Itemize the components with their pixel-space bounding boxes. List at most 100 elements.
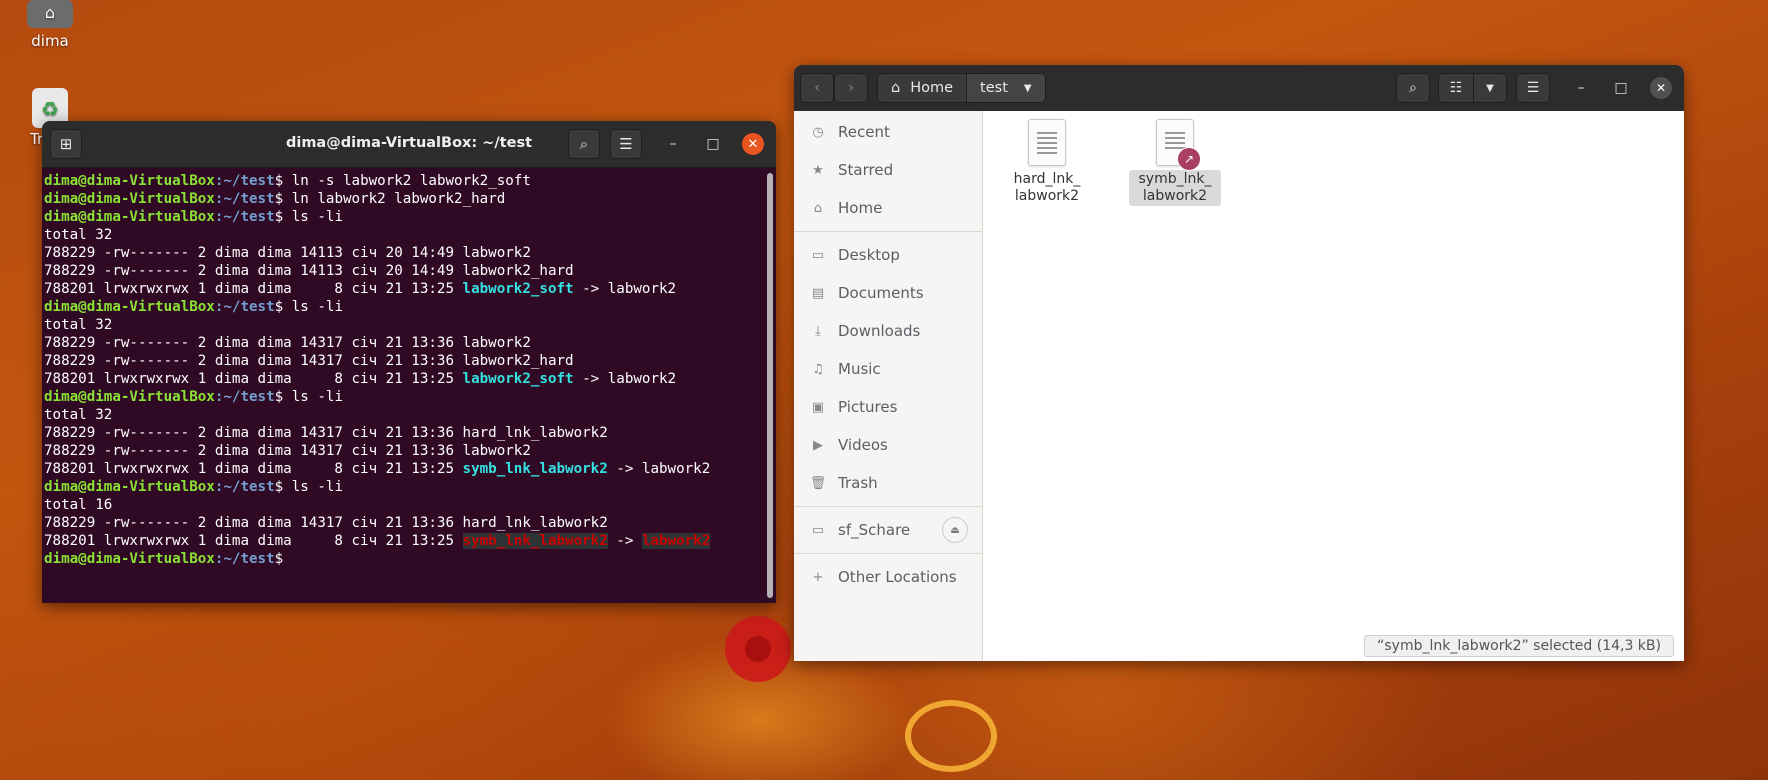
- desktop-home-folder[interactable]: ⌂ dima: [24, 0, 76, 50]
- drive-icon: ▭: [811, 522, 825, 538]
- search-button[interactable]: ⌕: [568, 129, 600, 159]
- close-button[interactable]: ✕: [1650, 77, 1672, 99]
- prompt-user: dima@dima-VirtualBox: [44, 389, 215, 405]
- view-options-button[interactable]: ▼: [1473, 73, 1507, 103]
- menu-button[interactable]: ☰: [1516, 73, 1550, 103]
- maximize-button[interactable]: □: [1610, 77, 1632, 99]
- search-icon: ⌕: [579, 135, 589, 153]
- eject-icon[interactable]: ⏏: [942, 517, 968, 543]
- symlink-arrow-icon: ↗: [1177, 147, 1201, 171]
- sidebar-item-label: Pictures: [838, 398, 898, 416]
- maximize-button[interactable]: □: [702, 133, 724, 155]
- sidebar-item-music[interactable]: ♫ Music: [794, 350, 982, 388]
- menu-button[interactable]: ☰: [610, 129, 642, 159]
- terminal-line: dima@dima-VirtualBox:~/test$ ls -li: [44, 209, 343, 225]
- sidebar-item-recent[interactable]: ◷ Recent: [794, 113, 982, 151]
- sidebar-separator: [794, 506, 982, 507]
- breadcrumb-label: Home: [910, 80, 954, 96]
- view-list-button[interactable]: ☷: [1438, 73, 1474, 103]
- breadcrumb-label: test: [980, 80, 1008, 96]
- terminal-line: dima@dima-VirtualBox:~/test$ ln labwork2…: [44, 191, 506, 207]
- video-icon: ▶: [813, 437, 823, 453]
- sidebar-separator: [794, 553, 982, 554]
- terminal-line: 788201 lrwxrwxrwx 1 dima dima 8 січ 21 1…: [44, 460, 766, 478]
- sidebar-item-starred[interactable]: ★ Starred: [794, 151, 982, 189]
- terminal-line: 788229 -rw------- 2 dima dima 14317 січ …: [44, 514, 766, 532]
- maximize-icon: □: [706, 136, 720, 152]
- file-item-selected[interactable]: ↗ symb_lnk_ labwork2: [1129, 119, 1221, 206]
- output-text: 788229 -rw------- 2 dima dima 14317 січ …: [44, 425, 608, 441]
- symlink-arrow: ->: [573, 371, 608, 387]
- list-view-icon: ☷: [1449, 80, 1463, 96]
- terminal-line: dima@dima-VirtualBox:~/test$ ls -li: [44, 479, 343, 495]
- prompt-user: dima@dima-VirtualBox: [44, 209, 215, 225]
- sidebar-item-label: Other Locations: [838, 568, 957, 586]
- file-item[interactable]: hard_lnk_ labwork2: [1001, 119, 1093, 206]
- sidebar-item-videos[interactable]: ▶ Videos: [794, 426, 982, 464]
- file-view[interactable]: hard_lnk_ labwork2 ↗ symb_lnk_ labwork2 “s…: [983, 111, 1684, 661]
- command-text: ln -s labwork2 labwork2_soft: [291, 173, 531, 189]
- prompt-path: :~/test: [214, 299, 275, 315]
- prompt-path: :~/test: [214, 551, 275, 567]
- prompt-user: dima@dima-VirtualBox: [44, 191, 215, 207]
- terminal-window[interactable]: ⊞ dima@dima-VirtualBox: ~/test ⌕ ☰ – □ ✕…: [42, 121, 776, 603]
- sidebar-item-mount[interactable]: ▭ sf_Schare ⏏: [794, 511, 982, 549]
- symlink-arrow: ->: [607, 533, 642, 549]
- sidebar-item-home[interactable]: ⌂ Home: [794, 189, 982, 227]
- folder-icon: ▭: [811, 247, 825, 263]
- picture-icon: ▣: [811, 399, 825, 415]
- files-window[interactable]: ‹ › ⌂ Home test ▼ ⌕ ☷ ▼ ☰ – □ ✕ ◷ Recent…: [794, 65, 1684, 661]
- symlink-arrow: ->: [573, 281, 608, 297]
- back-button[interactable]: ‹: [800, 73, 834, 103]
- output-text: total 32: [44, 317, 113, 333]
- sidebar-item-trash[interactable]: 🗑 Trash: [794, 464, 982, 502]
- file-name: hard_lnk_ labwork2: [1013, 171, 1081, 204]
- prompt-user: dima@dima-VirtualBox: [44, 551, 215, 567]
- terminal-line: 788229 -rw------- 2 dima dima 14317 січ …: [44, 352, 766, 370]
- symlink-name: symb_lnk_labwork2: [462, 461, 608, 477]
- terminal-line: total 32: [44, 226, 766, 244]
- sidebar-item-label: Recent: [838, 123, 890, 141]
- forward-button[interactable]: ›: [834, 73, 868, 103]
- sidebar-item-pictures[interactable]: ▣ Pictures: [794, 388, 982, 426]
- selection-status: “symb_lnk_labwork2” selected (14,3 kB): [1364, 635, 1674, 657]
- document-icon: ▤: [811, 285, 825, 301]
- prompt-user: dima@dima-VirtualBox: [44, 173, 215, 189]
- chevron-down-icon: ▼: [1486, 82, 1494, 94]
- terminal-line: total 32: [44, 316, 766, 334]
- sidebar-item-desktop[interactable]: ▭ Desktop: [794, 236, 982, 274]
- output-text: 788201 lrwxrwxrwx 1 dima dima 8 січ 21 1…: [44, 371, 463, 387]
- text-file-icon: ↗: [1156, 119, 1201, 171]
- breadcrumb-home[interactable]: ⌂ Home: [878, 74, 968, 102]
- minimize-icon: –: [1577, 80, 1585, 96]
- terminal-line: total 32: [44, 406, 766, 424]
- terminal-line: 788201 lrwxrwxrwx 1 dima dima 8 січ 21 1…: [44, 532, 766, 550]
- home-icon: ⌂: [813, 200, 823, 216]
- minimize-button[interactable]: –: [662, 133, 684, 155]
- output-text: 788229 -rw------- 2 dima dima 14317 січ …: [44, 443, 531, 459]
- search-button[interactable]: ⌕: [1396, 73, 1430, 103]
- terminal-line: 788229 -rw------- 2 dima dima 14317 січ …: [44, 334, 766, 352]
- sidebar-item-label: Downloads: [838, 322, 921, 340]
- sidebar-item-other-locations[interactable]: + Other Locations: [794, 558, 982, 596]
- symlink-name: symb_lnk_labwork2: [462, 533, 608, 549]
- terminal-line: dima@dima-VirtualBox:~/test$ ls -li: [44, 389, 343, 405]
- output-text: 788201 lrwxrwxrwx 1 dima dima 8 січ 21 1…: [44, 461, 463, 477]
- wallpaper-swirl: [745, 636, 771, 662]
- breadcrumb-current[interactable]: test ▼: [967, 74, 1045, 102]
- symlink-name: labwork2_soft: [462, 281, 574, 297]
- prompt-path: :~/test: [214, 389, 275, 405]
- sidebar-item-downloads[interactable]: ⤓ Downloads: [794, 312, 982, 350]
- sidebar-item-documents[interactable]: ▤ Documents: [794, 274, 982, 312]
- close-icon: ✕: [747, 136, 759, 152]
- chevron-right-icon: ›: [848, 80, 854, 96]
- terminal-scrollbar[interactable]: [767, 173, 773, 598]
- minimize-button[interactable]: –: [1570, 77, 1592, 99]
- chevron-left-icon: ‹: [814, 80, 820, 96]
- clock-icon: ◷: [812, 124, 824, 140]
- terminal-output[interactable]: dima@dima-VirtualBox:~/test$ ln -s labwo…: [44, 172, 766, 603]
- close-button[interactable]: ✕: [742, 133, 764, 155]
- command-text: ls -li: [291, 479, 343, 495]
- hamburger-icon: ☰: [1526, 80, 1540, 96]
- sidebar-item-label: Desktop: [838, 246, 900, 264]
